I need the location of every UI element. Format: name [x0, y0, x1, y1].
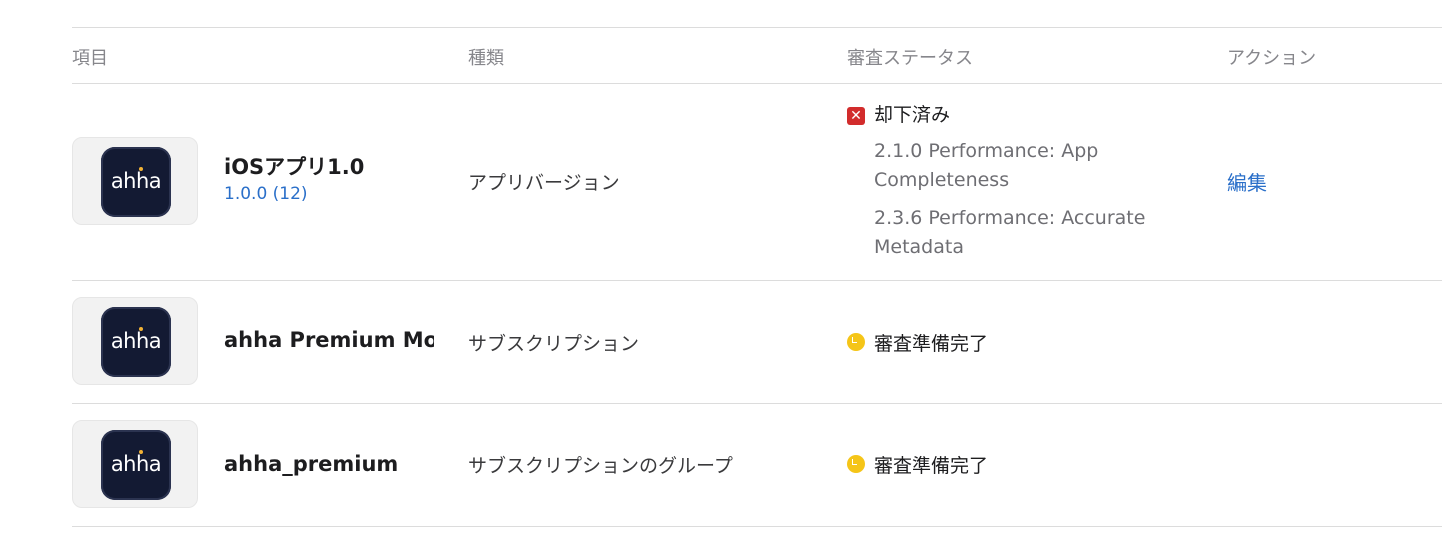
status-ready: 審査準備完了	[847, 451, 988, 478]
status-ready: 審査準備完了	[847, 329, 988, 356]
header-status: 審査ステータス	[847, 48, 973, 69]
status-label: 審査準備完了	[874, 455, 989, 477]
app-icon-text: ahha	[110, 169, 162, 193]
app-icon-dot	[139, 450, 143, 454]
status-label: 審査準備完了	[874, 333, 989, 355]
header-action: アクション	[1227, 48, 1317, 69]
table-top-divider	[72, 27, 1442, 28]
item-version[interactable]: 1.0.0 (12)	[224, 184, 308, 204]
app-icon-dot	[139, 327, 143, 331]
item-type: サブスクリプション	[468, 333, 640, 355]
app-icon-text: ahha	[110, 452, 162, 476]
table-row-subscription-group: ahha ahha_premium サブスクリプションのグループ 審査準備完了	[72, 404, 1442, 526]
app-icon: ahha	[101, 147, 171, 217]
item-type: アプリバージョン	[468, 172, 620, 194]
app-icon-dot	[139, 167, 143, 171]
header-item: 項目	[72, 48, 108, 69]
clock-icon	[847, 333, 865, 351]
status-label: 却下済み	[874, 104, 951, 126]
edit-link[interactable]: 編集	[1227, 167, 1267, 196]
table-row-ios-app: ahha iOSアプリ1.0 1.0.0 (12) アプリバージョン ✕ 却下済み…	[72, 84, 1442, 280]
item-name: iOSアプリ1.0	[224, 155, 365, 179]
app-icon: ahha	[101, 307, 171, 377]
status-rejected: ✕ 却下済み	[847, 100, 950, 127]
rejection-reason-2: 2.3.6 Performance: Accurate Metadata	[874, 207, 1146, 258]
header-type: 種類	[468, 48, 504, 69]
table-bottom-divider	[72, 526, 1442, 527]
rejection-reason-1: 2.1.0 Performance: App Completeness	[874, 140, 1099, 191]
app-icon-text: ahha	[110, 329, 162, 353]
table-row-subscription: ahha ahha Premium Monthly サブスクリプション 審査準備…	[72, 281, 1442, 403]
item-name: ahha Premium Monthly	[224, 328, 434, 352]
app-tile: ahha	[72, 297, 198, 385]
app-tile: ahha	[72, 420, 198, 508]
item-type: サブスクリプションのグループ	[468, 455, 733, 477]
rejected-icon: ✕	[847, 107, 865, 125]
app-tile: ahha	[72, 137, 198, 225]
clock-icon	[847, 455, 865, 473]
app-icon: ahha	[101, 430, 171, 500]
item-name: ahha_premium	[224, 452, 399, 476]
